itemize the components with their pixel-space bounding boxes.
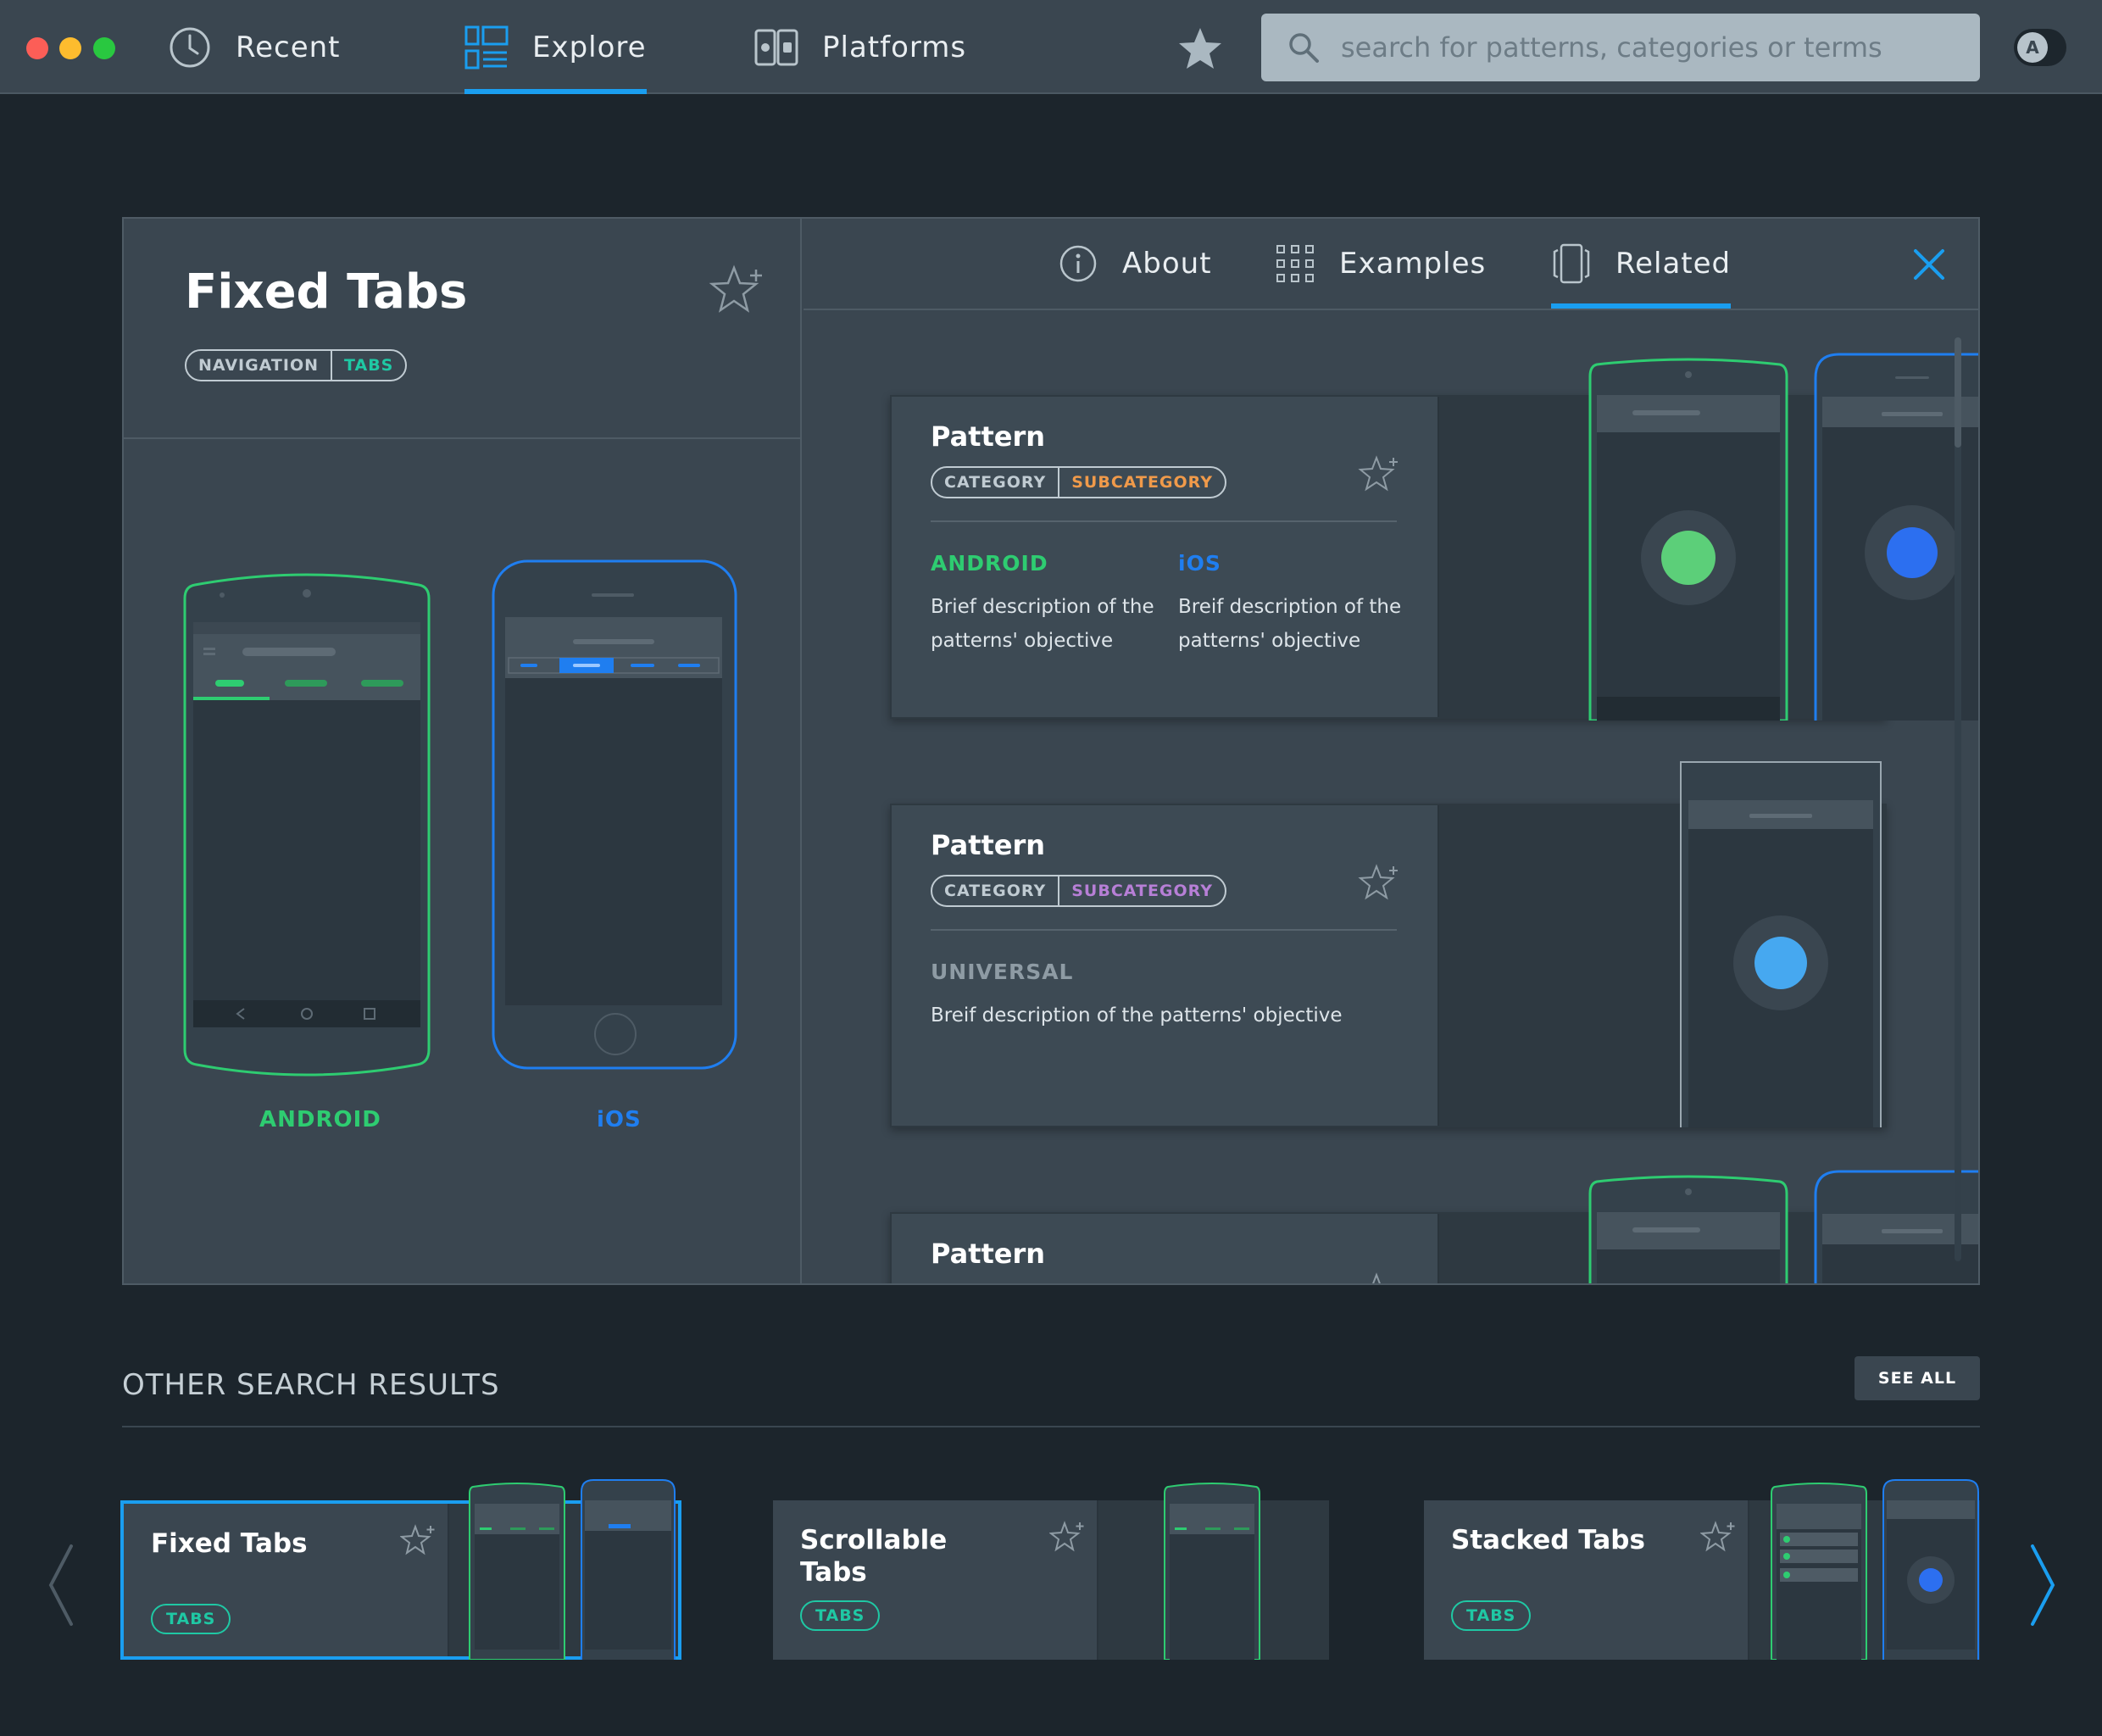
add-favorite-star-icon[interactable] [1700,1519,1738,1556]
tag-category[interactable]: NAVIGATION [186,351,332,380]
nav-tab-explore[interactable]: Explore [464,0,647,94]
add-favorite-star-icon[interactable] [1358,861,1402,905]
android-description: Brief description of the patterns' objec… [931,596,1154,652]
pattern-card-title: Pattern [931,420,1046,453]
divider [804,309,1978,310]
tab-examples-label: Examples [1339,247,1487,281]
nav-tab-explore-label: Explore [532,30,647,64]
minimize-window-button[interactable] [59,37,81,59]
search-bar[interactable] [1261,14,1980,81]
nav-tab-platforms[interactable]: Platforms [754,0,966,94]
ios-phone-mockup[interactable] [492,559,739,1071]
tab-related[interactable]: Related [1551,219,1732,309]
tag-category[interactable]: CATEGORY [932,876,1060,905]
android-phone-mockup[interactable] [183,570,431,1082]
nav-tab-recent[interactable]: Recent [168,0,341,94]
tab-examples[interactable]: Examples [1275,219,1486,309]
tab-about[interactable]: About [1058,219,1212,309]
result-tag[interactable]: TABS [151,1604,231,1634]
account-toggle[interactable]: A [2014,29,2066,66]
nav-tab-recent-label: Recent [236,30,341,64]
android-phone-mockup [1771,1483,1867,1660]
pattern-tabs-pane: About Examples Related Pattern CATEGORY … [804,219,1978,1283]
android-label: ANDROID [931,551,1048,576]
result-tag[interactable]: TABS [800,1600,881,1631]
pattern-detail-panel: Fixed Tabs NAVIGATION TABS ANDROID iOS A… [122,217,1980,1285]
result-tag[interactable]: TABS [1451,1600,1532,1631]
pattern-title: Fixed Tabs [185,264,468,320]
pattern-tags: CATEGORY SUBCATEGORY [931,466,1227,498]
grid-icon [1276,245,1314,282]
pattern-summary-pane: Fixed Tabs NAVIGATION TABS ANDROID iOS [124,219,802,1283]
pattern-card-title: Pattern [931,1238,1046,1270]
divider [931,929,1397,931]
scrollbar-thumb[interactable] [1955,337,1961,448]
pattern-tags: CATEGORY SUBCATEGORY [931,875,1227,907]
info-icon [1059,245,1097,282]
ios-label: iOS [1178,551,1221,576]
scrollbar[interactable] [1955,337,1961,1261]
platforms-icon [754,29,798,65]
ios-phone-mockup [1882,1479,1979,1660]
universal-description: Breif description of the patterns' objec… [931,1004,1343,1027]
clock-icon [170,27,210,67]
pattern-card-title: Pattern [931,829,1046,861]
pattern-tags: NAVIGATION TABS [185,349,408,381]
universal-label: UNIVERSAL [931,960,1074,984]
tab-related-label: Related [1615,247,1732,281]
search-input[interactable] [1341,31,1980,64]
result-title: Fixed Tabs [151,1528,308,1559]
search-icon [1289,33,1319,63]
result-title: Stacked Tabs [1451,1525,1645,1555]
divider [931,520,1397,522]
explore-grid-icon [464,25,509,69]
android-phone-mockup [1588,358,1788,721]
universal-device-mockup [1680,761,1882,1127]
active-tab-indicator [464,89,647,94]
add-favorite-star-icon[interactable] [1049,1519,1087,1556]
add-favorite-star-icon[interactable] [1358,453,1402,497]
see-all-button[interactable]: SEE ALL [1855,1356,1980,1400]
tag-subcategory[interactable]: SUBCATEGORY [1059,876,1225,905]
ios-description: Breif description of the patterns' objec… [1178,596,1402,652]
other-results-heading: OTHER SEARCH RESULTS [122,1368,500,1402]
tag-subcategory[interactable]: SUBCATEGORY [1059,468,1225,497]
tag-subcategory[interactable]: TABS [332,351,405,380]
favorites-star-icon[interactable] [1176,25,1224,73]
chevron-right-icon[interactable] [2026,1543,2060,1628]
add-favorite-star-icon[interactable] [1358,1270,1402,1285]
divider [124,437,800,439]
title-bar: Recent Explore Platforms search for patt… [0,0,2102,94]
related-devices-icon [1553,243,1590,284]
nav-tab-platforms-label: Platforms [822,30,967,64]
close-window-button[interactable] [26,37,48,59]
tab-about-label: About [1122,247,1212,281]
result-title: Scrollable Tabs [800,1525,948,1588]
android-label: ANDROID [259,1107,381,1132]
ios-phone-mockup [581,1479,676,1660]
android-phone-mockup [1588,1175,1788,1283]
close-icon[interactable] [1910,246,1948,283]
profile-initial: A [2017,32,2048,63]
add-favorite-star-icon[interactable] [709,261,770,322]
tag-category[interactable]: CATEGORY [932,468,1060,497]
android-phone-mockup [1164,1483,1260,1660]
chevron-left-icon[interactable] [44,1543,78,1628]
add-favorite-star-icon[interactable] [400,1522,437,1560]
ios-label: iOS [597,1107,642,1132]
android-phone-mockup [469,1483,565,1660]
divider [122,1426,1980,1427]
maximize-window-button[interactable] [93,37,115,59]
